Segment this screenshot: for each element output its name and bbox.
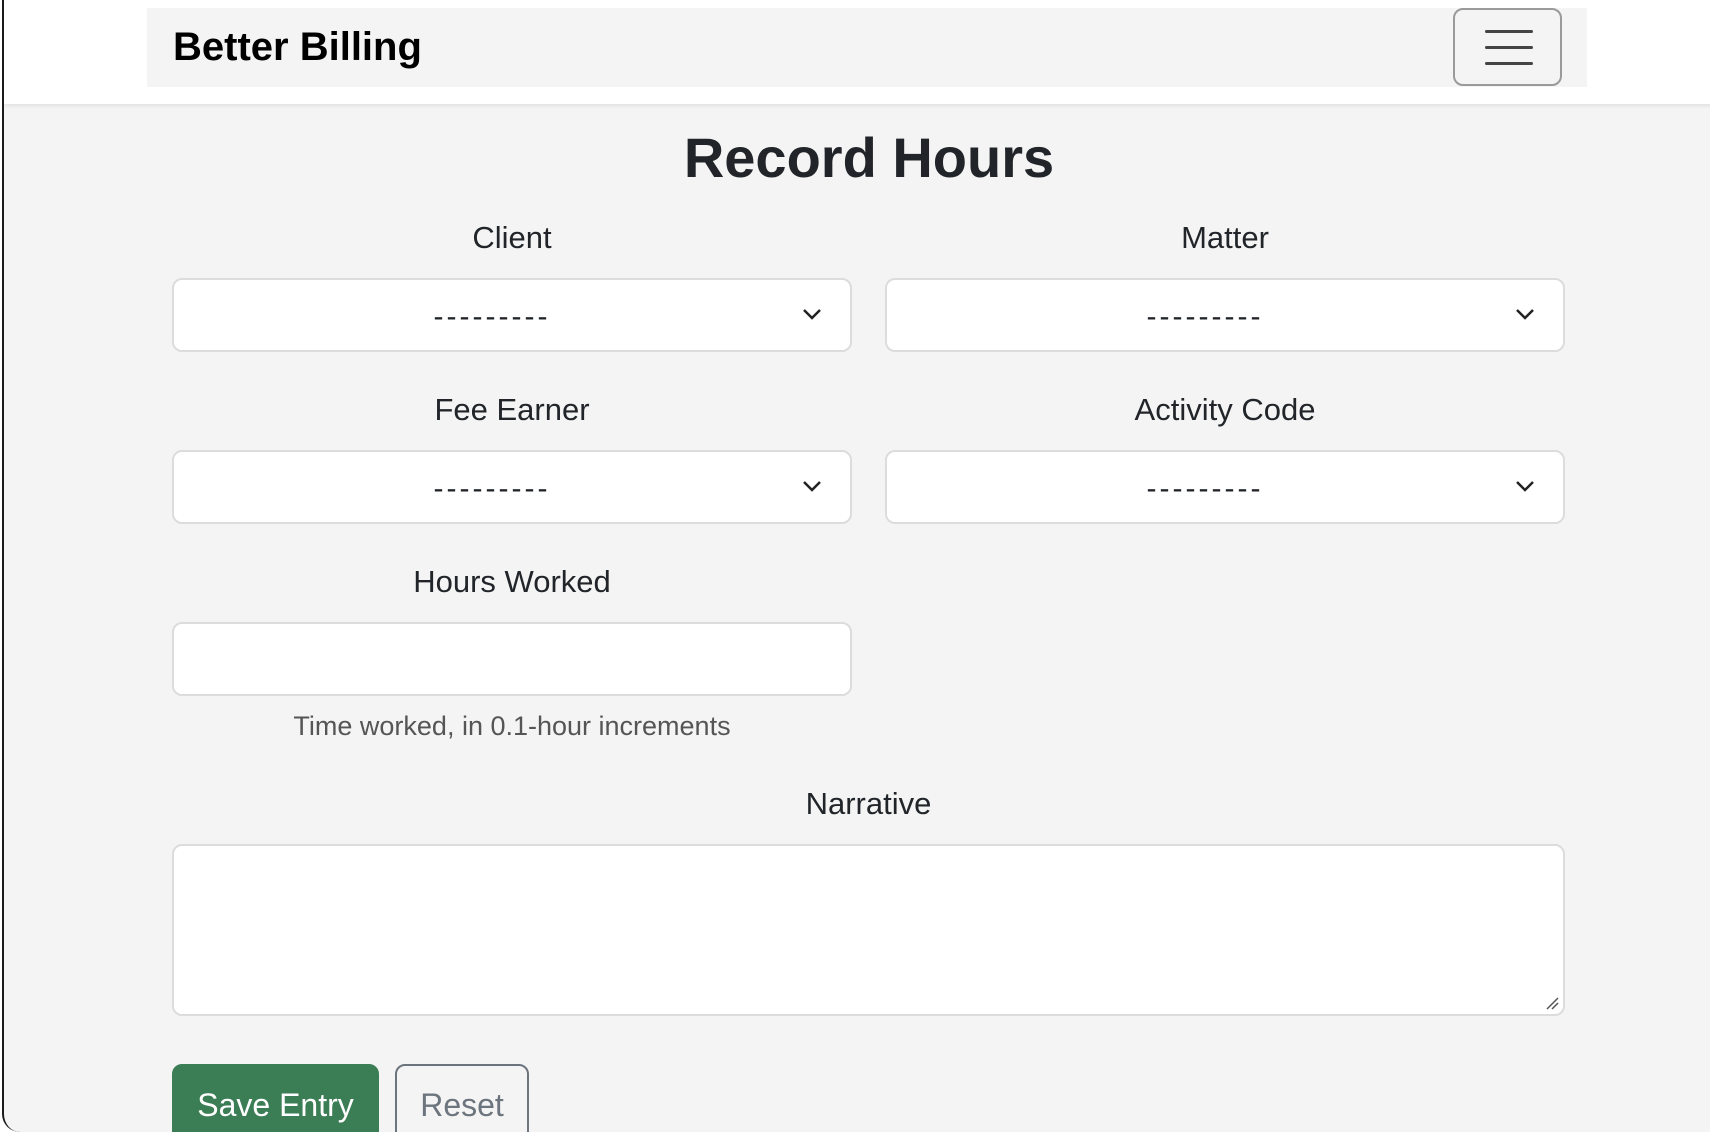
- hours-worked-input[interactable]: [172, 622, 852, 696]
- fee-earner-label: Fee Earner: [434, 392, 590, 427]
- narrative-label: Narrative: [805, 786, 932, 821]
- brand-link[interactable]: Better Billing: [173, 8, 422, 87]
- chevron-down-icon: [803, 481, 821, 492]
- activity-code-select-value: ---------: [1146, 472, 1264, 505]
- matter-select-value: ---------: [1146, 300, 1264, 333]
- fee-earner-select-value: ---------: [433, 472, 551, 505]
- matter-select[interactable]: ---------: [885, 278, 1565, 352]
- app-window: Better Billing Record Hours Client -----…: [2, 0, 1710, 1132]
- header: Better Billing: [4, 0, 1710, 104]
- hours-worked-label: Hours Worked: [413, 564, 611, 599]
- resize-handle-icon[interactable]: [1543, 994, 1559, 1010]
- chevron-down-icon: [803, 309, 821, 320]
- matter-label: Matter: [1181, 220, 1269, 255]
- hours-worked-help-text: Time worked, in 0.1-hour increments: [293, 711, 731, 741]
- client-label: Client: [472, 220, 552, 255]
- reset-button[interactable]: Reset: [395, 1064, 529, 1132]
- save-entry-button[interactable]: Save Entry: [172, 1064, 379, 1132]
- navbar: Better Billing: [147, 8, 1587, 87]
- client-select[interactable]: ---------: [172, 278, 852, 352]
- client-select-value: ---------: [433, 300, 551, 333]
- page-title: Record Hours: [683, 126, 1055, 189]
- activity-code-select[interactable]: ---------: [885, 450, 1565, 524]
- narrative-textarea[interactable]: [172, 844, 1565, 1016]
- chevron-down-icon: [1516, 481, 1534, 492]
- menu-toggle-button[interactable]: [1453, 8, 1562, 86]
- activity-code-label: Activity Code: [1134, 392, 1316, 427]
- chevron-down-icon: [1516, 309, 1534, 320]
- fee-earner-select[interactable]: ---------: [172, 450, 852, 524]
